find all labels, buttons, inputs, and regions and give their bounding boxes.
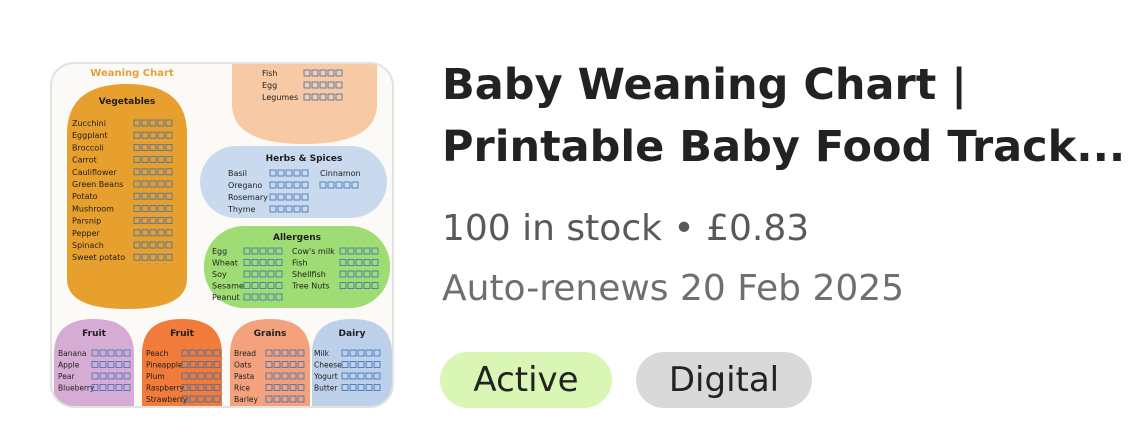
dairy-label: Yogurt: [313, 372, 338, 381]
allergen-label: Soy: [212, 270, 227, 279]
vegetable-label: Pepper: [72, 229, 101, 238]
protein-label: Legumes: [262, 93, 298, 102]
vegetable-label: Sweet potato: [72, 253, 125, 262]
vegetable-label: Mushroom: [72, 204, 114, 213]
dairy-label: Cheese: [314, 361, 342, 370]
vegetable-label: Spinach: [72, 241, 104, 250]
listing-thumbnail[interactable]: Weaning Chart Vegetables Zucchini Eggplant B…: [50, 62, 394, 408]
fruit2-label: Peach: [146, 349, 169, 358]
allergen-label: Sesame: [212, 282, 244, 291]
vegetable-label: Potato: [72, 192, 98, 201]
vegetable-label: Carrot: [72, 156, 97, 165]
vegetable-label: Green Beans: [72, 180, 123, 189]
price: £0.83: [706, 208, 810, 249]
fruit1-label: Banana: [58, 349, 86, 358]
listing-title-line-2[interactable]: Printable Baby Food Track...: [442, 116, 1125, 178]
fruit1-title: Fruit: [82, 329, 107, 339]
herb-label: Rosemary: [228, 193, 268, 202]
herb-label: Cinnamon: [320, 169, 361, 178]
vegetable-label: Eggplant: [72, 131, 108, 140]
herb-label: Oregano: [228, 181, 262, 190]
vegetable-label: Zucchini: [72, 119, 106, 128]
allergen-label: Wheat: [212, 259, 238, 268]
allergen-label: Fish: [292, 259, 307, 268]
fruit2-title: Fruit: [170, 329, 195, 339]
fruit2-label: Pineapple: [146, 361, 183, 370]
dairy-title: Dairy: [339, 329, 366, 339]
allergen-label: Egg: [212, 247, 227, 256]
grains-title: Grains: [254, 329, 287, 339]
grains-label: Bread: [234, 349, 256, 358]
fruit1-label: Apple: [58, 361, 80, 370]
grains-label: Barley: [234, 395, 259, 404]
listing-title[interactable]: Baby Weaning Chart | Printable Baby Food…: [442, 54, 1125, 178]
stock-count: 100 in stock: [442, 208, 662, 249]
fruit2-label: Plum: [146, 372, 165, 381]
herbs-title: Herbs & Spices: [266, 154, 343, 164]
allergen-label: Tree Nuts: [291, 282, 330, 291]
grains-label: Oats: [234, 361, 251, 370]
vegetable-label: Cauliflower: [72, 168, 117, 177]
weaning-chart-image: Weaning Chart Vegetables Zucchini Eggplant B…: [54, 64, 392, 406]
fruit1-label: Blueberry: [58, 384, 95, 393]
grains-label: Rice: [234, 384, 250, 393]
dairy-label: Butter: [314, 384, 338, 393]
chart-heading: Weaning Chart: [90, 68, 174, 79]
listing-card[interactable]: Weaning Chart Vegetables Zucchini Eggplant B…: [0, 0, 1140, 444]
allergen-label: Cow's milk: [292, 247, 335, 256]
allergen-label: Shellfish: [292, 270, 326, 279]
herb-label: Basil: [228, 169, 247, 178]
allergen-label: Peanut: [212, 293, 240, 302]
dairy-label: Milk: [314, 349, 330, 358]
listing-title-line-1[interactable]: Baby Weaning Chart |: [442, 54, 1122, 116]
stock-price-line: 100 in stock • £0.83: [442, 208, 809, 249]
protein-label: Egg: [262, 81, 277, 90]
renew-date: Auto-renews 20 Feb 2025: [442, 268, 905, 309]
grains-label: Pasta: [234, 372, 254, 381]
vegetable-label: Parsnip: [72, 217, 101, 226]
status-badge-active: Active: [440, 352, 612, 408]
allergens-title: Allergens: [273, 233, 321, 243]
fruit1-label: Pear: [58, 372, 75, 381]
herb-label: Thyme: [227, 205, 255, 214]
fruit2-label: Raspberry: [146, 384, 185, 393]
separator-dot: •: [673, 208, 695, 249]
vegetables-title: Vegetables: [99, 97, 156, 107]
type-badge-digital: Digital: [636, 352, 812, 408]
protein-label: Fish: [262, 69, 277, 78]
vegetable-label: Broccoli: [72, 143, 104, 152]
